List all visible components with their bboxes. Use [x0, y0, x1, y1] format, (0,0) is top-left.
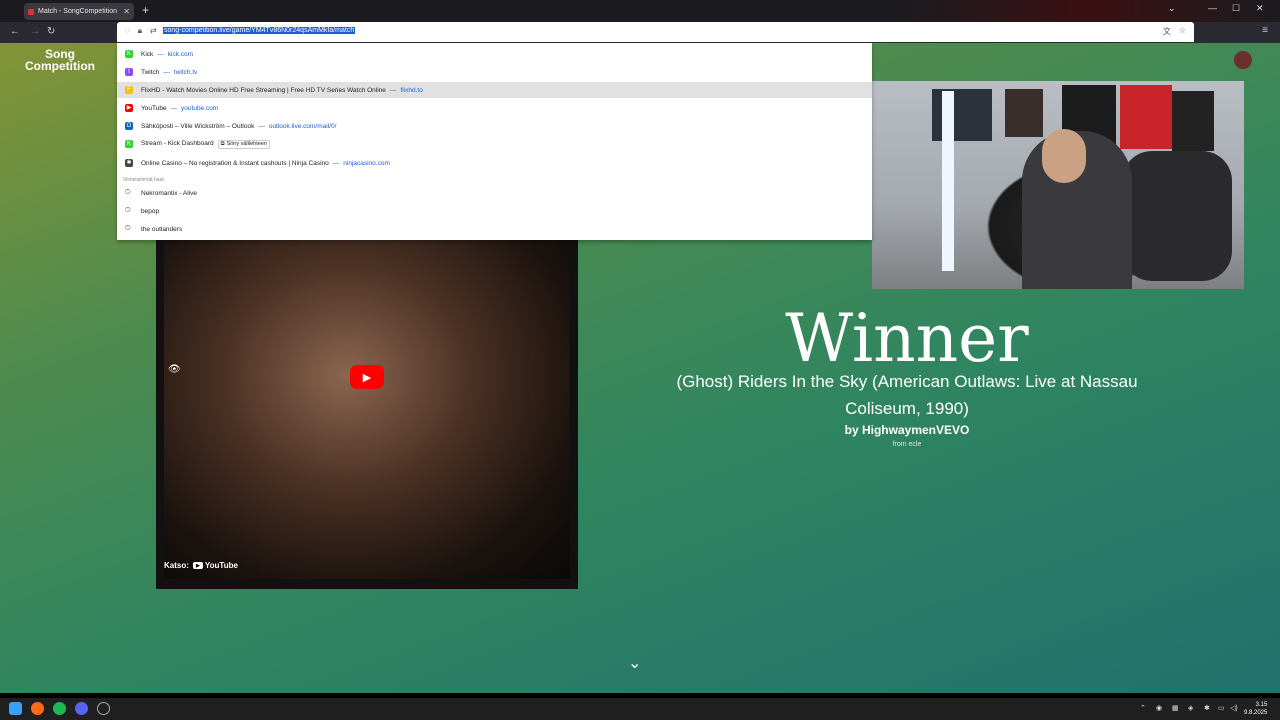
play-icon: ▶ [362, 371, 372, 384]
youtube-logo-icon: ▶ [192, 562, 203, 569]
history-clock-icon: 🕓︎ [125, 189, 131, 196]
url-suggestions-dropdown: K Kick — kick.com t Twitch — twitch.tv F Fli… [117, 43, 872, 240]
artist-name: by HighwaymenVEVO [844, 423, 970, 437]
list-tabs-icon[interactable]: ⌄ [1168, 3, 1176, 14]
kick-icon: K [125, 140, 133, 148]
volume-icon[interactable]: ◁) [1230, 704, 1238, 712]
suggestion-item[interactable]: t Twitch — twitch.tv [117, 64, 872, 80]
history-item[interactable]: 🕓︎ the outlanders [117, 221, 872, 237]
firefox-icon[interactable] [31, 702, 44, 715]
suggestion-item[interactable]: O Sähköposti – Ville Wickström – Outlook… [117, 118, 872, 134]
gaming-chair [1122, 151, 1232, 281]
suggestion-item[interactable]: K Kick — kick.com [117, 46, 872, 62]
site-logo[interactable]: Song Competition [25, 48, 95, 72]
history-clock-icon: 🕓︎ [125, 225, 131, 232]
suggestion-item[interactable]: ▶ YouTube — youtube.com [117, 100, 872, 116]
spotify-icon[interactable] [53, 702, 66, 715]
discord-icon[interactable] [75, 702, 88, 715]
tray-app-icon[interactable]: ✱ [1204, 704, 1210, 712]
close-window-icon[interactable]: ✕ [1256, 3, 1264, 14]
site-favicon-icon [28, 8, 34, 15]
play-button[interactable]: ▶ [350, 365, 384, 389]
youtube-label: YouTube [204, 561, 238, 570]
history-item[interactable]: 🕓︎ bepop [117, 203, 872, 219]
windows-taskbar: ⌃ ◉ ▦ ◈ ✱ ▭ ◁) 3.15 9.8.2025 [0, 698, 1280, 720]
watch-on-label: Katso: [164, 561, 189, 570]
close-tab-icon[interactable]: ✕ [123, 7, 130, 16]
light-bar [942, 91, 954, 271]
permissions-icon[interactable]: ⇄ [150, 26, 157, 36]
url-input[interactable]: song-competition.live/game/YM4Tv86N0r24q… [163, 27, 356, 34]
shirt-image [1172, 91, 1214, 151]
obs-icon[interactable] [97, 702, 110, 715]
video-thumbnail [164, 240, 570, 579]
tray-chevron-icon[interactable]: ⌃ [1140, 704, 1146, 712]
tab-match[interactable]: Match - SongCompetition ✕ [24, 3, 134, 20]
song-title: (Ghost) Riders In the Sky (American Outl… [676, 372, 1138, 418]
suggestion-item[interactable]: F FlixHD - Watch Movies Online HD Free S… [117, 82, 872, 98]
network-icon[interactable]: ▭ [1218, 704, 1225, 712]
outlook-icon: O [125, 122, 133, 130]
winner-heading: Winner [785, 300, 1029, 377]
tray-app-icon[interactable]: ◉ [1156, 704, 1162, 712]
windows-start-icon[interactable] [9, 702, 22, 715]
menu-icon[interactable]: ≡ [1262, 25, 1268, 36]
back-icon[interactable]: ← [10, 26, 20, 37]
shirt-image [1120, 85, 1172, 149]
tray-app-icon[interactable]: ◈ [1188, 704, 1193, 712]
flixhd-icon: F [125, 86, 133, 94]
history-item[interactable]: 🕓︎ Nekromantix - Alive [117, 185, 872, 201]
poster-image [1005, 89, 1043, 137]
eye-icon[interactable]: 👁︎ [168, 364, 181, 375]
forward-icon[interactable]: → [30, 26, 40, 37]
address-bar[interactable]: ◌ 🔒︎ ⇄ song-competition.live/game/YM4Tv8… [117, 22, 1194, 42]
webcam-overlay [872, 81, 1244, 289]
watch-on-youtube[interactable]: Katso: ▶ YouTube [164, 561, 238, 570]
minimize-icon[interactable]: — [1208, 3, 1217, 13]
twitch-icon: t [125, 68, 133, 76]
history-clock-icon: 🕓︎ [125, 207, 131, 214]
lock-icon[interactable]: 🔒︎ [138, 26, 142, 36]
youtube-icon: ▶ [125, 104, 133, 112]
tab-switch-icon: ⧉ [220, 140, 225, 147]
submitter-name: from ecle [892, 441, 922, 448]
suggestion-item[interactable]: K Stream - Kick Dashboard ⧉ Siirry välileh… [117, 136, 872, 152]
recent-searches-label: Viimeisimmät haut [123, 177, 164, 183]
reload-icon[interactable]: ↻ [47, 26, 55, 37]
kick-icon: K [125, 50, 133, 58]
bookmark-star-icon[interactable]: ☆ [1179, 26, 1186, 37]
streamer-head [1042, 129, 1086, 183]
logo-line2: Competition [25, 59, 95, 73]
switch-to-tab-chip[interactable]: ⧉ Siirry välilehteen [217, 139, 270, 149]
new-tab-button[interactable]: + [142, 3, 149, 17]
suggestion-item[interactable]: ✱ Online Casino – No registration & Inst… [117, 155, 872, 171]
chevron-down-icon[interactable]: ⌄ [628, 653, 641, 673]
system-clock[interactable]: 3.15 9.8.2025 [1244, 701, 1267, 717]
poster-image [932, 89, 992, 141]
browser-tab-bar: Match - SongCompetition ✕ + ⌄ — ☐ ✕ [0, 0, 1280, 22]
ninja-casino-icon: ✱ [125, 159, 133, 167]
tab-title: Match - SongCompetition [38, 8, 117, 15]
translate-icon[interactable]: 文 [1163, 26, 1171, 37]
shield-icon[interactable]: ◌ [125, 26, 130, 36]
tray-app-icon[interactable]: ▦ [1172, 704, 1179, 712]
video-player[interactable]: 👁︎ ▶ Katso: ▶ YouTube [156, 240, 578, 589]
avatar[interactable] [1234, 51, 1252, 69]
maximize-icon[interactable]: ☐ [1232, 3, 1240, 14]
